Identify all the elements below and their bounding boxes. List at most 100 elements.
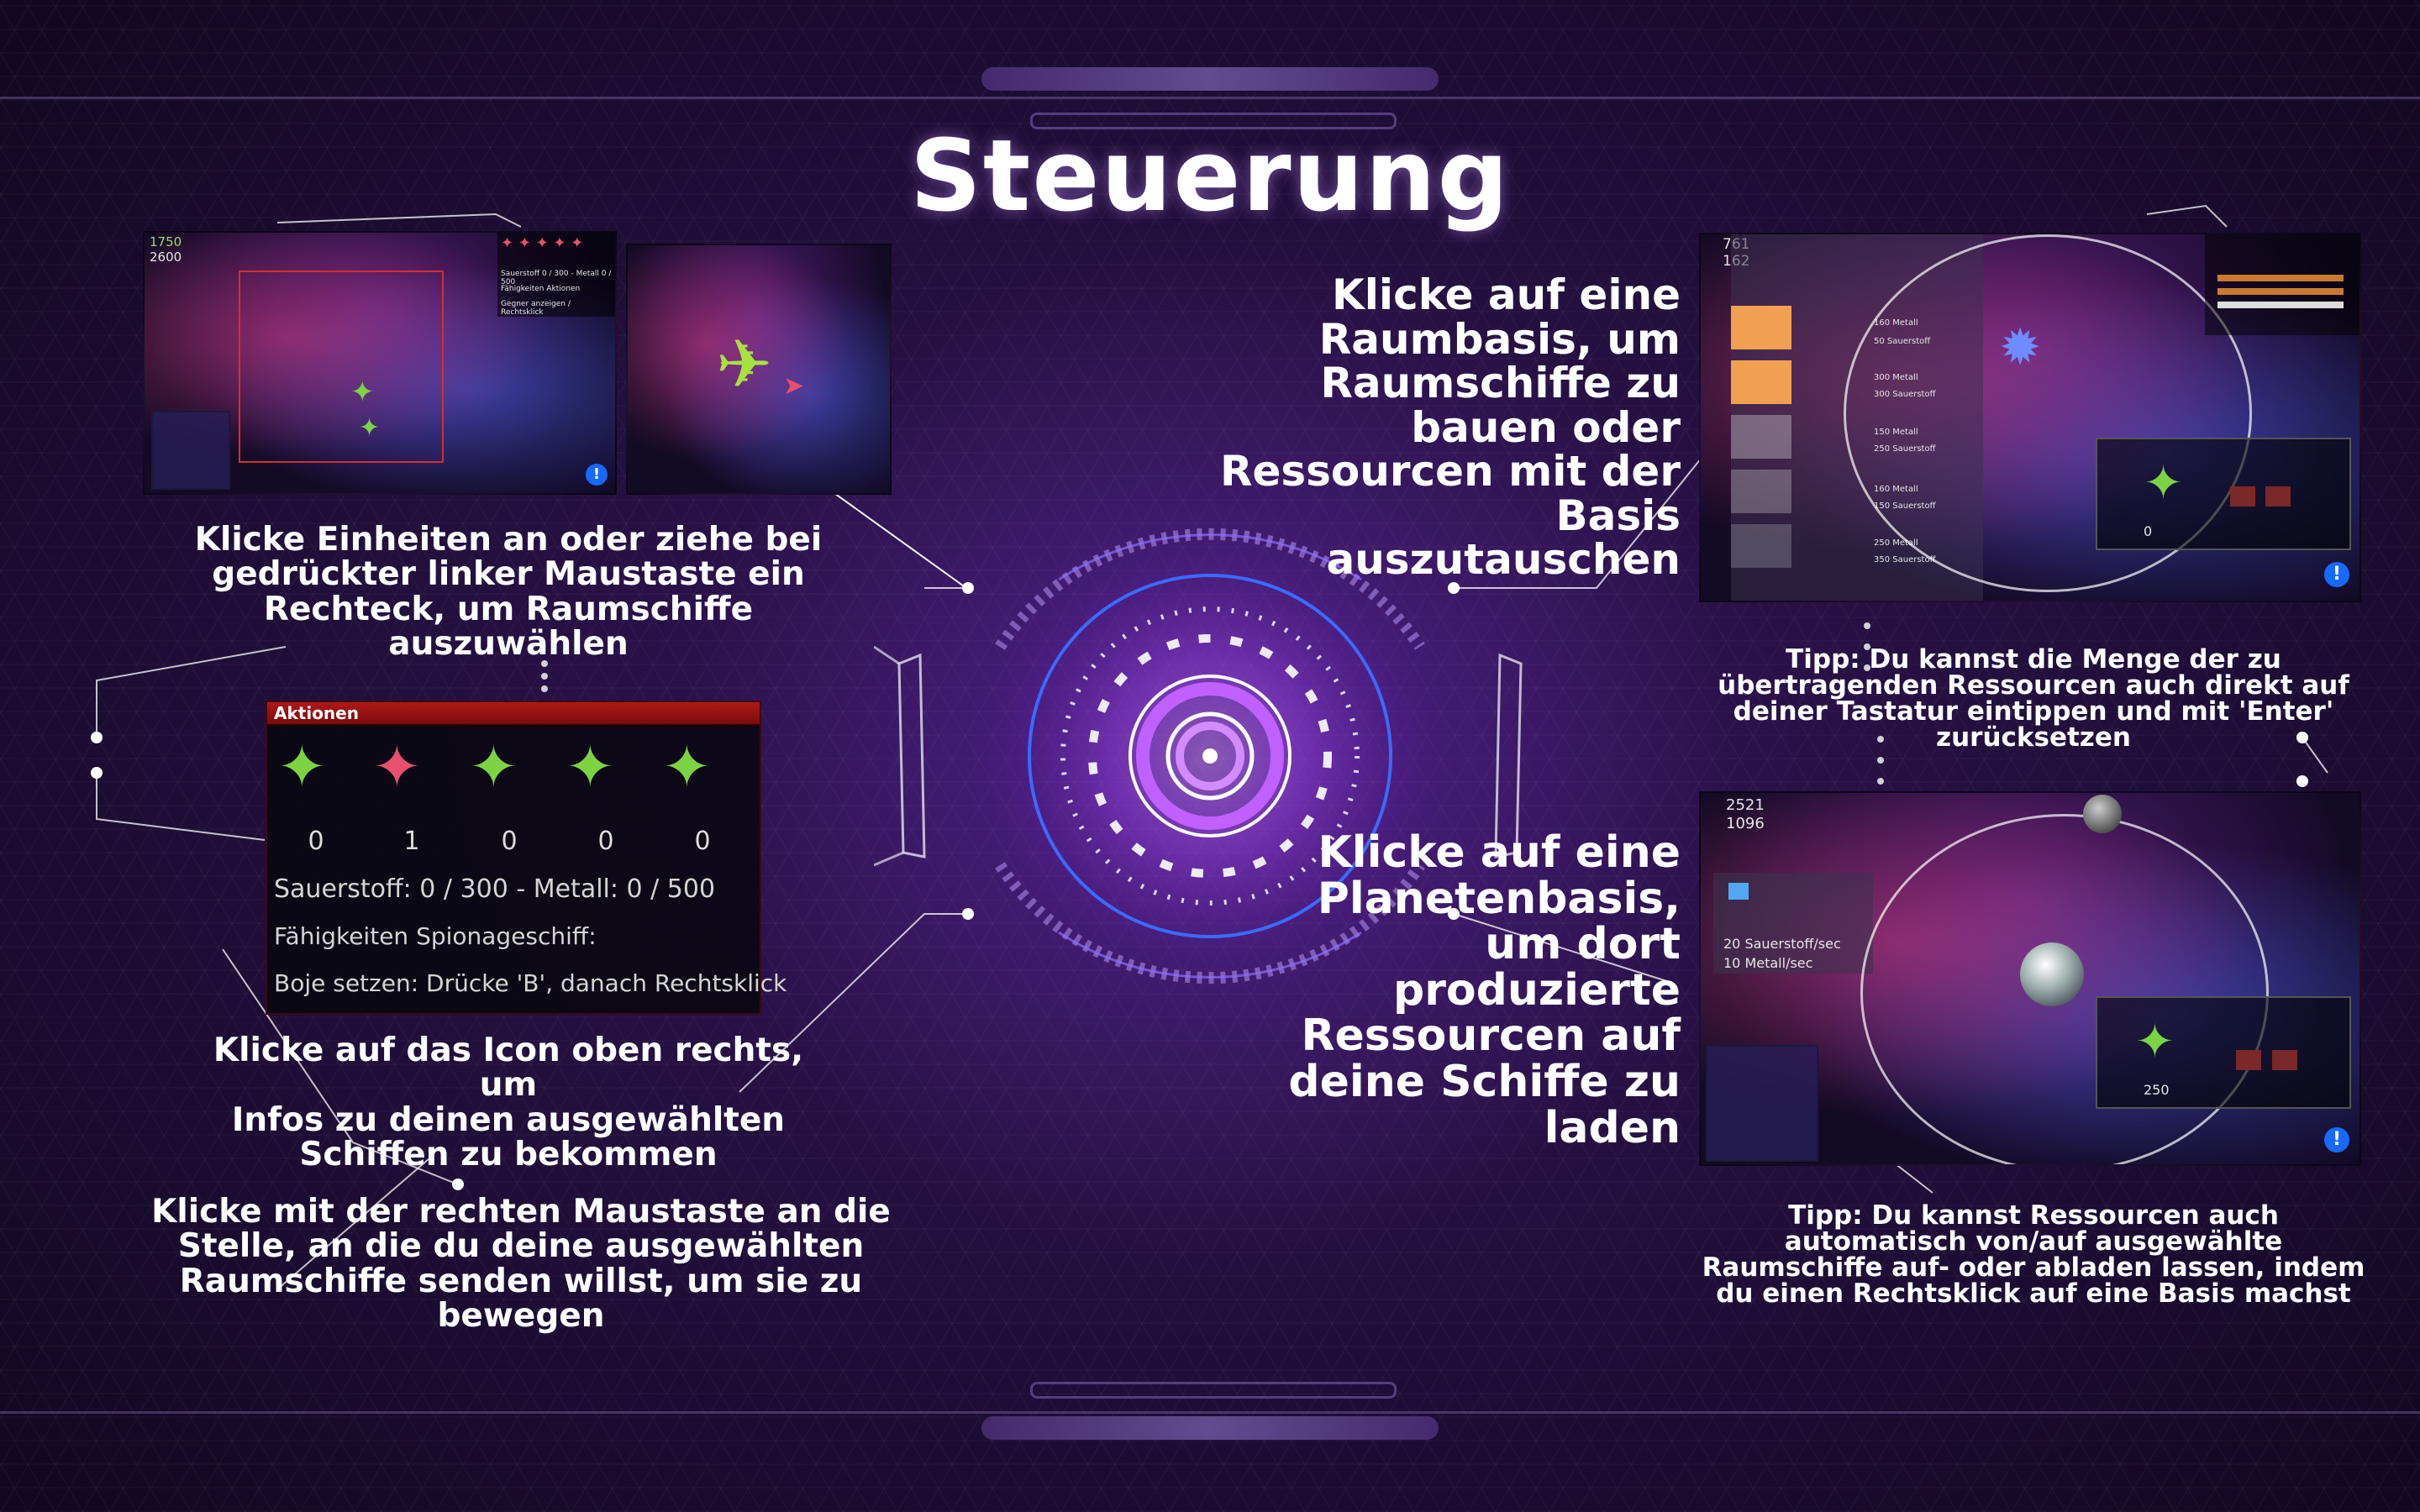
bomber-ship-icon[interactable]: ✦ [566, 732, 615, 801]
caption-tip-keyboard: Tipp: Du kannst die Menge der zu übertra… [1689, 647, 2378, 751]
fighter-ship-icon[interactable]: ✦ [277, 732, 327, 801]
build-slot[interactable] [1731, 470, 1791, 513]
screenshot-planet-base: 2521 1096 20 Sauerstoff/sec 10 Metall/se… [1699, 791, 2361, 1166]
caption-line: auszutauschen [1326, 535, 1681, 584]
caption-line: gedrückter linker Maustaste ein [212, 555, 805, 594]
transfer-count: 0 [2144, 523, 2153, 539]
base-status-panel [2205, 234, 2360, 335]
transfer-button[interactable] [2265, 486, 2291, 507]
ship-count: 0 [501, 827, 518, 856]
caption-line: laden [1544, 1102, 1681, 1153]
caption-line: Tipp: Du kannst Ressourcen auch [1788, 1200, 2279, 1231]
actions-resources-text: Sauerstoff: 0 / 300 - Metall: 0 / 500 [274, 874, 716, 904]
planet [2020, 942, 2084, 1006]
selected-ship-icon: ✦ [359, 413, 381, 443]
page-title: Steuerung [909, 118, 1511, 234]
caption-line: Klicke Einheiten an oder ziehe bei [194, 521, 823, 559]
caption-planet-base: Klicke auf eine Planetenbasis, um dort p… [1092, 830, 1681, 1151]
caption-line: Klicke auf eine [1318, 827, 1681, 878]
screenshot-ship-closeup: ✈ ➤ [626, 244, 892, 495]
caption-line: Rechteck, um Raumschiffe [263, 590, 754, 628]
caption-line: Raumschiffe zu [1320, 359, 1681, 407]
caption-line: deine Schiffe zu [1288, 1056, 1681, 1107]
planet-info-panel: 20 Sauerstoff/sec 10 Metall/sec [1713, 873, 1873, 974]
transfer-panel: ✦ 250 [2096, 996, 2351, 1109]
health-bar [2217, 275, 2344, 281]
caption-line: bewegen [437, 1296, 605, 1335]
caption-line: um dort [1485, 919, 1681, 970]
panel-resources-text: Sauerstoff 0 / 300 - Metall 0 / 500 [501, 270, 612, 286]
ship-icon: ✦ [2135, 1015, 2175, 1069]
scout-ship-icon[interactable]: ✦ [662, 732, 712, 801]
caption-line: Raumschiffe auf- oder abladen lassen, in… [1702, 1252, 2365, 1283]
transfer-button[interactable] [2236, 1050, 2261, 1070]
actions-abilities-text: Fähigkeiten Spionageschiff: [274, 922, 597, 950]
caption-line: Ressourcen auf [1301, 1011, 1681, 1062]
shield-bar [2217, 288, 2344, 295]
build-slot[interactable] [1731, 415, 1791, 459]
caption-info-icon: Klicke auf das Icon oben rechts, um Info… [181, 1033, 836, 1172]
build-slot[interactable] [1731, 524, 1791, 568]
caption-line: zurücksetzen [1936, 722, 2131, 753]
ship-count: 0 [597, 827, 614, 856]
caption-line: Stelle, an die du deine ausgewählten [177, 1227, 865, 1266]
transfer-count: 250 [2144, 1082, 2170, 1098]
caption-line: Schiffen zu bekommen [299, 1135, 718, 1173]
caption-line: Basis [1555, 491, 1681, 540]
caption-line: deiner Tastatur eintippen und mit 'Enter… [1733, 696, 2334, 727]
caption-tip-auto-load: Tipp: Du kannst Ressourcen auch automati… [1689, 1203, 2378, 1307]
caption-line: Klicke auf eine [1332, 270, 1681, 319]
panel-ship-icons: ✦ ✦ ✦ ✦ ✦ [501, 234, 584, 252]
caption-select-units: Klicke Einheiten an oder ziehe bei gedrü… [181, 521, 836, 663]
selected-ship-icon: ✦ [350, 375, 375, 409]
cruiser-ship-icon[interactable]: ✦ [469, 732, 518, 801]
build-slot[interactable] [1731, 360, 1791, 404]
resource-oxygen-value: 2521 [1726, 796, 1765, 814]
resource-metal-value: 1096 [1726, 815, 1765, 832]
caption-line: Planetenbasis, [1317, 873, 1681, 924]
info-icon: ! [586, 464, 608, 486]
caption-line: Klicke mit der rechten Maustaste an die [151, 1193, 891, 1231]
actions-panel: Aktionen ✦ ✦ ✦ ✦ ✦ 0 1 0 0 0 Sauerstoff:… [266, 701, 786, 1015]
caption-line: bauen oder [1411, 402, 1681, 452]
actions-buoy-text: Boje setzen: Drücke 'B', danach Rechtskl… [274, 969, 787, 997]
resource-metal-value: 2600 [150, 249, 182, 265]
panel-hint-text: Gegner anzeigen / Rechtsklick [501, 300, 571, 317]
minimap [151, 411, 230, 490]
transfer-button[interactable] [2272, 1050, 2297, 1070]
caption-line: Tipp: Du kannst die Menge der zu [1786, 644, 2281, 675]
space-base-icon: ✹ [1999, 318, 2042, 377]
moon [2083, 795, 2122, 833]
ship-icon: ✈ [716, 325, 773, 403]
ship-count: 0 [308, 827, 324, 856]
build-slot[interactable] [1731, 306, 1791, 349]
info-icon: ! [2324, 1127, 2349, 1152]
cursor-icon: ➤ [783, 371, 805, 401]
caption-line: Raumschiffe senden willst, um sie zu [179, 1262, 863, 1300]
caption-space-base: Klicke auf eine Raumbasis, um Raumschiff… [1092, 273, 1681, 582]
caption-line: automatisch von/auf ausgewählte [1784, 1226, 2283, 1257]
caption-move-ships: Klicke mit der rechten Maustaste an die … [139, 1193, 903, 1335]
caption-line: übertragenden Ressourcen auch direkt auf [1718, 670, 2349, 701]
spy-ship-icon[interactable]: ✦ [372, 732, 422, 801]
transfer-button[interactable] [2230, 486, 2255, 507]
panel-abilities-text: Fähigkeiten Aktionen [501, 285, 581, 293]
caption-line: Infos zu deinen ausgewählten [231, 1100, 786, 1139]
caption-line: Klicke auf das Icon oben rechts, um [213, 1032, 804, 1105]
info-icon: ! [2324, 562, 2349, 587]
oxygen-rate: 20 Sauerstoff/sec [1723, 936, 1841, 952]
unit-info-panel: ✦ ✦ ✦ ✦ ✦ Sauerstoff 0 / 300 - Metall 0 … [497, 233, 615, 317]
metal-rate: 10 Metall/sec [1723, 955, 1813, 971]
resource-bar [2217, 302, 2344, 308]
caption-line: Raumbasis, um [1318, 314, 1681, 364]
actions-panel-header: Aktionen [267, 702, 760, 726]
resource-oxygen-value: 1750 [150, 234, 182, 249]
caption-line: du einen Rechtsklick auf eine Basis mach… [1716, 1278, 2351, 1309]
caption-line: auszuwählen [388, 624, 629, 663]
oxygen-indicator [1728, 883, 1749, 900]
minimap [1706, 1045, 1818, 1162]
ship-icon: ✦ [2144, 456, 2183, 511]
caption-line: Ressourcen mit der [1220, 447, 1681, 496]
transfer-panel: ✦ 0 [2096, 438, 2351, 550]
ship-count: 1 [403, 827, 420, 856]
